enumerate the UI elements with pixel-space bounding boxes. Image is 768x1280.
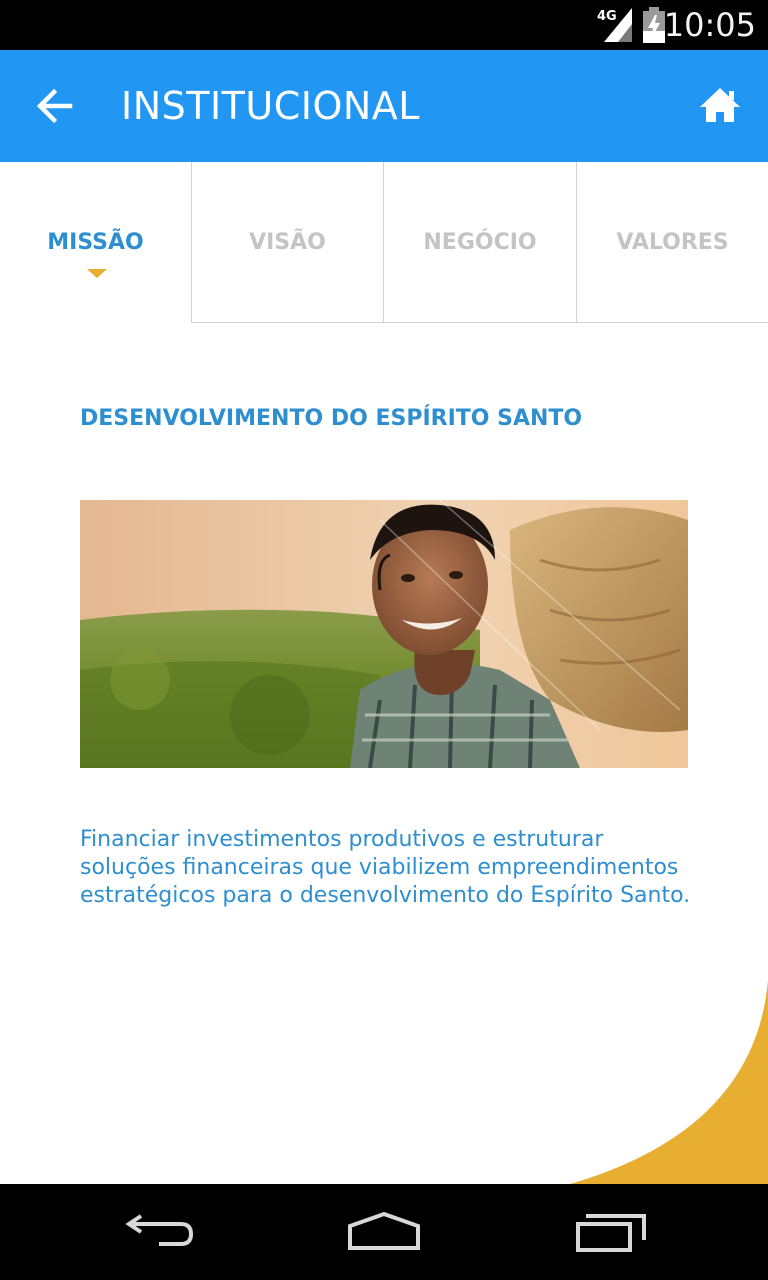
system-nav-bar xyxy=(0,1184,768,1280)
back-nav-icon xyxy=(125,1214,194,1246)
signal-icon xyxy=(604,8,632,42)
mission-line: estratégicos para o desenvolvimento do E… xyxy=(80,883,691,908)
home-nav-icon xyxy=(348,1211,420,1250)
tab-label: VALORES xyxy=(616,229,729,255)
app-bar: INSTITUCIONAL xyxy=(0,50,768,162)
hero-image xyxy=(80,500,688,768)
battery-icon xyxy=(643,7,665,43)
tab-label: NEGÓCIO xyxy=(423,229,537,255)
clock: 10:05 xyxy=(663,6,756,44)
decorative-swoosh xyxy=(570,980,768,1184)
section-heading: DESENVOLVIMENTO DO ESPÍRITO SANTO xyxy=(80,406,583,431)
tab-visao[interactable]: VISÃO xyxy=(192,162,384,323)
recents-nav-icon xyxy=(576,1214,646,1252)
tab-label: MISSÃO xyxy=(47,230,144,255)
mission-line: Financiar investimentos produtivos e est… xyxy=(80,827,604,852)
tab-bar: MISSÃO VISÃO NEGÓCIO VALORES xyxy=(0,162,768,324)
home-icon xyxy=(700,88,740,122)
home-button[interactable] xyxy=(694,80,746,132)
mission-text: Financiar investimentos produtivos e est… xyxy=(80,826,720,910)
nav-home-button[interactable] xyxy=(339,1204,429,1260)
nav-recents-button[interactable] xyxy=(567,1204,657,1260)
status-bar: 4G 10:05 xyxy=(0,0,768,50)
mission-line: soluções financeiras que viabilizem empr… xyxy=(80,855,679,880)
arrow-left-icon xyxy=(36,88,73,124)
tab-negocio[interactable]: NEGÓCIO xyxy=(384,162,577,323)
tab-missao[interactable]: MISSÃO xyxy=(0,162,192,323)
tab-valores[interactable]: VALORES xyxy=(577,162,768,323)
nav-back-button[interactable] xyxy=(115,1204,205,1260)
page-title: INSTITUCIONAL xyxy=(121,84,420,128)
tab-label: VISÃO xyxy=(249,229,326,255)
farmer-photo xyxy=(80,500,688,768)
back-button[interactable] xyxy=(30,80,80,132)
active-tab-indicator xyxy=(87,269,107,278)
